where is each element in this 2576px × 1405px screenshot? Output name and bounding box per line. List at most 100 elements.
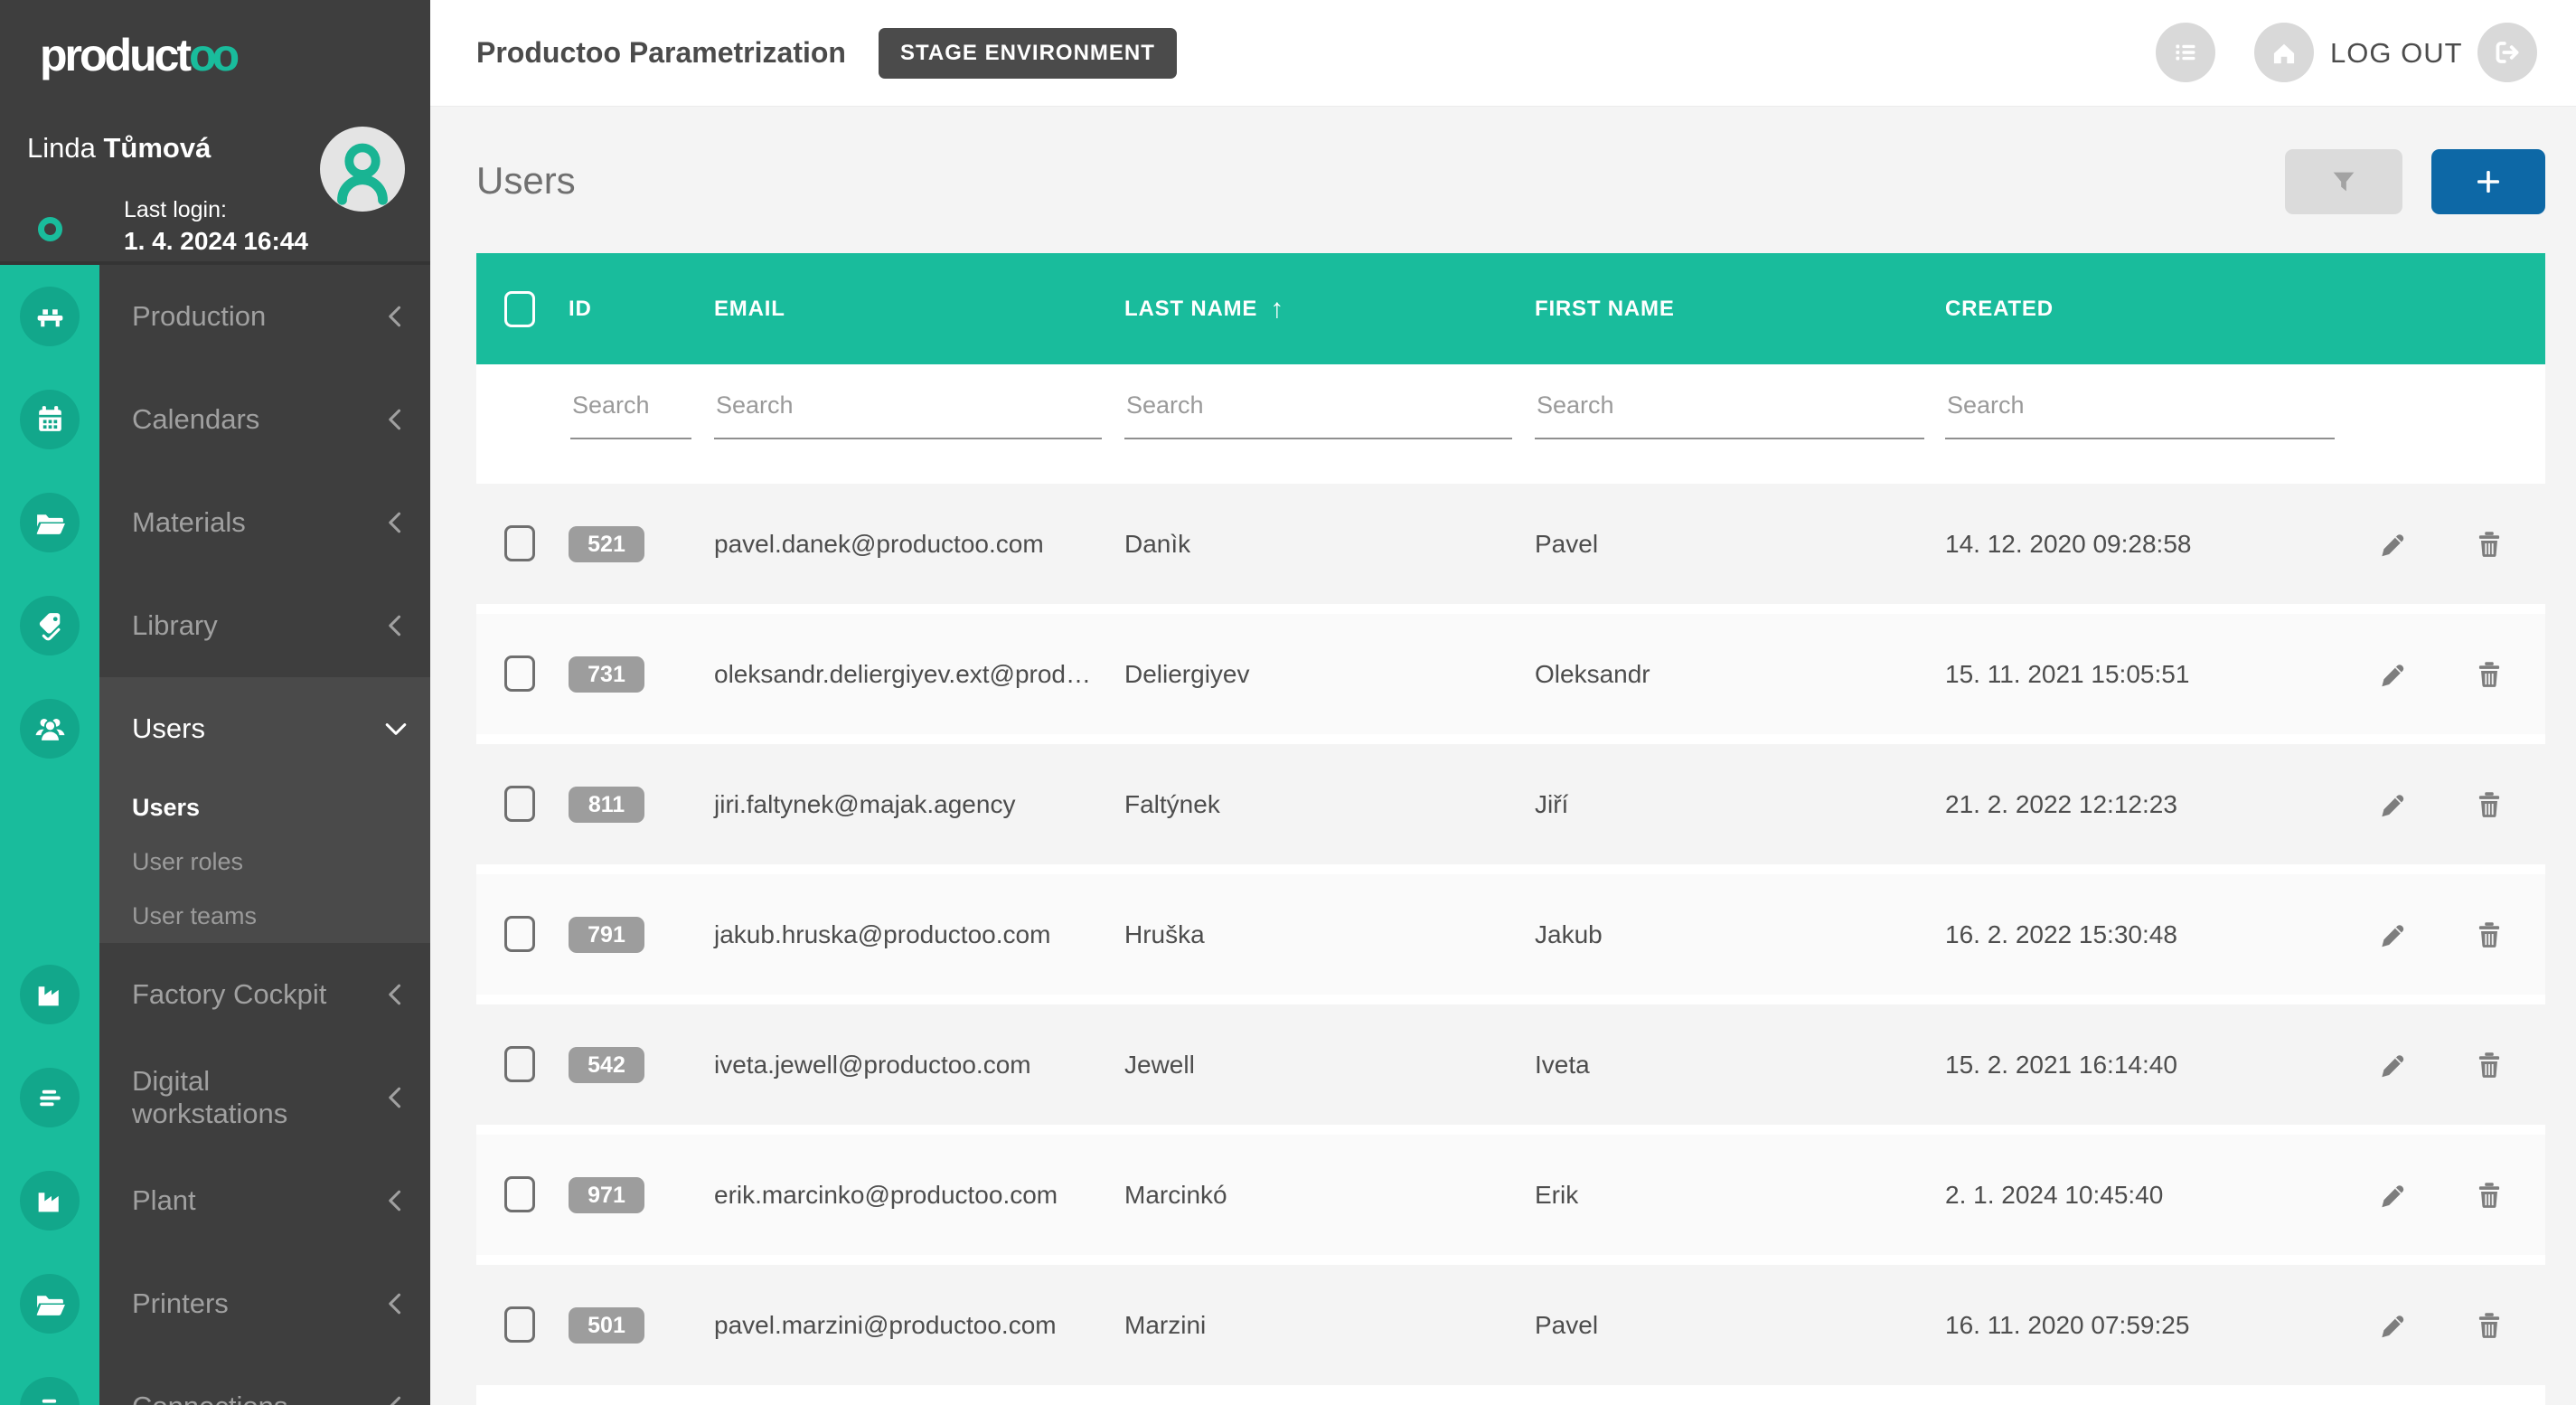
filter-button[interactable] [2285,149,2402,214]
row-checkbox[interactable] [504,1046,535,1082]
chevron-left-icon [389,615,401,636]
table-row: 501 pavel.marzini@productoo.com Marzini … [476,1265,2545,1385]
row-first-name: Pavel [1535,529,1599,558]
trash-icon [2478,792,2500,817]
column-header-last-name[interactable]: LAST NAME ↑ [1124,253,1284,364]
sidebar-nav: Production Calendars Materials Library U… [0,265,430,1405]
pencil-icon [2382,925,2404,948]
row-checkbox[interactable] [504,1176,535,1212]
sidebar-subitem-users[interactable]: Users [0,780,430,835]
logout-button[interactable] [2477,23,2537,82]
sidebar-subitem-label: User teams [132,901,258,929]
sidebar-item-calendars[interactable]: Calendars [0,368,430,471]
sidebar-icon-circle[interactable] [20,390,80,449]
edit-button[interactable] [2374,1176,2412,1214]
list-icon [2176,44,2195,61]
sidebar-icon-circle[interactable] [20,965,80,1024]
column-header-first-name[interactable]: FIRST NAME [1535,253,1675,364]
menu-list-button[interactable] [2156,23,2215,82]
sidebar-icon-circle[interactable] [20,287,80,346]
row-email: jakub.hruska@productoo.com [714,919,1051,948]
search-input-id[interactable] [570,391,691,439]
sidebar-item-label: Printers [132,1287,229,1319]
logo-accent: oo [189,30,240,80]
sidebar-item-library[interactable]: Library [0,574,430,677]
row-email: jiri.faltynek@majak.agency [714,789,1016,818]
delete-button[interactable] [2470,525,2508,563]
row-id-badge: 811 [569,787,644,823]
row-checkbox[interactable] [504,916,535,952]
trash-icon [2478,532,2500,557]
delete-button[interactable] [2470,1046,2508,1084]
sidebar-icon-circle[interactable] [20,1274,80,1334]
row-checkbox[interactable] [504,786,535,822]
pencil-icon [2382,534,2404,557]
column-header-id[interactable]: ID [569,253,592,364]
delete-button[interactable] [2470,1176,2508,1214]
row-created: 2. 1. 2024 10:45:40 [1945,1180,2164,1209]
column-header-email[interactable]: EMAIL [714,253,785,364]
edit-button[interactable] [2374,786,2412,824]
chevron-left-icon [389,984,401,1005]
sidebar-icon-circle[interactable] [20,596,80,655]
row-checkbox[interactable] [504,655,535,692]
sidebar-icon-circle[interactable] [20,1171,80,1231]
edit-button[interactable] [2374,1306,2412,1344]
delete-button[interactable] [2470,655,2508,693]
sidebar-item-users[interactable]: Users [0,677,430,780]
sidebar-subitem-user-teams[interactable]: User teams [0,889,430,943]
edit-button[interactable] [2374,655,2412,693]
search-input-created[interactable] [1945,391,2335,439]
row-first-name: Pavel [1535,1310,1599,1339]
sidebar-icon-circle[interactable] [20,699,80,759]
edit-button[interactable] [2374,916,2412,954]
table-row: 521 pavel.danek@productoo.com Danìk Pave… [476,484,2545,604]
sidebar-item-printers[interactable]: Printers [0,1252,430,1355]
delete-button[interactable] [2470,1306,2508,1344]
avatar[interactable] [320,127,405,212]
sidebar-item-plant[interactable]: Plant [0,1149,430,1252]
sidebar-item-connections[interactable]: Connections [0,1355,430,1405]
chevron-left-icon [389,1087,401,1108]
home-icon [2273,43,2295,64]
chevron [362,302,430,331]
row-first-name: Jakub [1535,919,1603,948]
row-email: pavel.danek@productoo.com [714,529,1044,558]
sidebar-item-label: Digital workstations [132,1065,288,1129]
search-input-first-name[interactable] [1535,391,1924,439]
chevron [362,714,430,743]
delete-button[interactable] [2470,916,2508,954]
logout-label[interactable]: LOG OUT [2330,37,2463,70]
status-indicator-icon [38,217,62,241]
search-input-last-name[interactable] [1124,391,1512,439]
pencil-icon [2382,665,2404,687]
sidebar-item-materials[interactable]: Materials [0,471,430,574]
column-header-created[interactable]: CREATED [1945,253,2054,364]
row-id-badge: 521 [569,526,644,562]
select-all-checkbox[interactable] [504,291,535,327]
sidebar-item-label: Calendars [132,403,260,435]
logo-area: productoo [0,0,430,107]
sidebar-subitem-user-roles[interactable]: User roles [0,835,430,889]
plus-icon [2477,171,2499,193]
delete-button[interactable] [2470,786,2508,824]
sidebar-icon-circle[interactable] [20,1377,80,1405]
home-button[interactable] [2254,23,2314,82]
row-created: 15. 11. 2021 15:05:51 [1945,659,2190,688]
edit-button[interactable] [2374,525,2412,563]
sidebar-item-label: Materials [132,506,246,538]
productoo-logo[interactable]: productoo [40,29,240,81]
sidebar-item-production[interactable]: Production [0,265,430,368]
sidebar-item-digital-workstations[interactable]: Digital workstations [0,1046,430,1149]
row-created: 15. 2. 2021 16:14:40 [1945,1050,2177,1079]
sidebar-icon-circle[interactable] [20,493,80,552]
sidebar-icon-circle[interactable] [20,1068,80,1127]
edit-button[interactable] [2374,1046,2412,1084]
row-created: 16. 2. 2022 15:30:48 [1945,919,2177,948]
add-user-button[interactable] [2431,149,2545,214]
row-checkbox[interactable] [504,525,535,561]
sidebar-item-factory-cockpit[interactable]: Factory Cockpit [0,943,430,1046]
row-checkbox[interactable] [504,1306,535,1343]
users-table: ID EMAIL LAST NAME↑ FIRST NAME CREATED 5… [476,253,2545,1405]
search-input-email[interactable] [714,391,1102,439]
